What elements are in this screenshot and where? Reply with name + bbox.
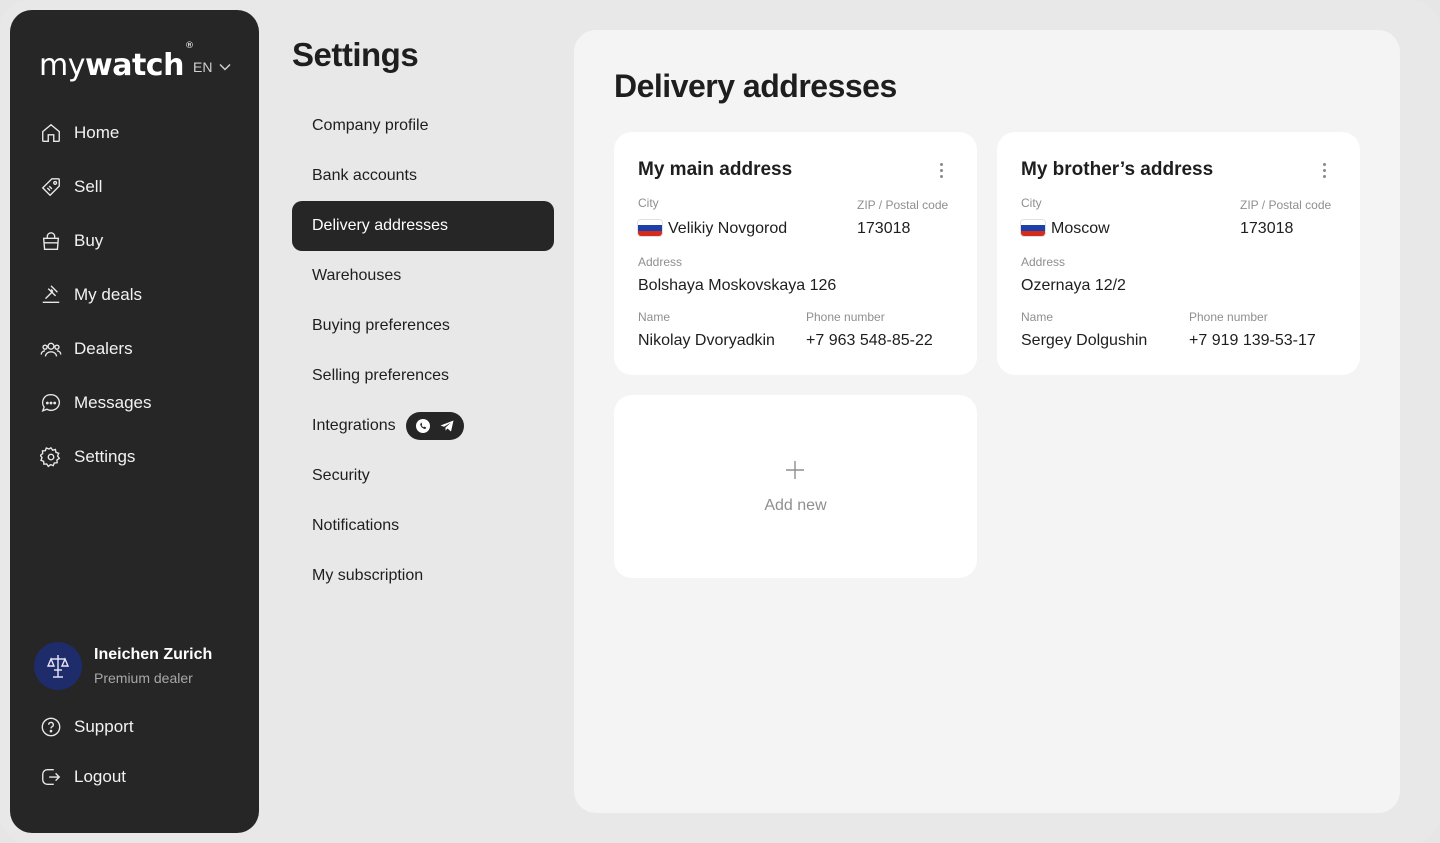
logo-registered-mark: ® — [184, 41, 194, 51]
delivery-addresses-panel: Delivery addresses My main address City … — [574, 30, 1400, 813]
zip-value: 173018 — [857, 220, 911, 237]
nav-label-logout: Logout — [74, 767, 126, 786]
settings-title: Settings — [292, 36, 419, 73]
nav-label-dealers: Dealers — [74, 339, 133, 358]
nav-item-my-deals[interactable]: My deals — [40, 268, 151, 322]
settings-item-notifications[interactable]: Notifications — [292, 501, 554, 551]
address-card: My main address City Velikiy Novgorod ZI… — [614, 132, 977, 375]
settings-item-warehouses[interactable]: Warehouses — [292, 251, 554, 301]
name-value: Nikolay Dvoryadkin — [638, 332, 775, 349]
telegram-icon — [440, 420, 454, 432]
integrations-badge — [405, 412, 464, 440]
help-circle-icon — [41, 717, 61, 737]
logo[interactable]: mywatch® — [39, 41, 194, 83]
settings-item-integrations[interactable]: Integrations — [292, 401, 554, 451]
name-value: Sergey Dolgushin — [1021, 332, 1148, 349]
users-icon — [40, 342, 62, 357]
logo-bold: watch — [84, 48, 184, 83]
nav-item-support[interactable]: Support — [40, 702, 134, 752]
user-profile[interactable]: Ineichen Zurich Premium dealer — [34, 642, 212, 690]
nav-item-logout[interactable]: Logout — [40, 752, 134, 802]
chat-bubble-icon — [41, 394, 60, 412]
plus-icon — [786, 461, 804, 479]
nav-label-buy: Buy — [74, 231, 104, 250]
phone-label: Phone number — [1189, 310, 1268, 324]
more-options-icon[interactable] — [1316, 160, 1332, 180]
settings-item-bank-accounts[interactable]: Bank accounts — [292, 151, 554, 201]
integrations-label: Integrations — [312, 417, 396, 434]
address-value: Bolshaya Moskovskaya 126 — [638, 277, 837, 294]
city-name: Moscow — [1051, 220, 1110, 237]
settings-item-company-profile[interactable]: Company profile — [292, 101, 554, 151]
phone-value: +7 963 548-85-22 — [806, 332, 933, 349]
page-title: Delivery addresses — [614, 68, 897, 104]
address-label: Address — [1021, 255, 1066, 269]
profile-name: Ineichen Zurich — [94, 646, 213, 663]
nav-label-messages: Messages — [74, 393, 152, 412]
address-card-title: My main address — [638, 159, 793, 180]
logo-light: my — [39, 48, 85, 83]
address-label: Address — [638, 255, 683, 269]
shopping-bag-icon — [42, 232, 60, 250]
language-label: EN — [193, 59, 213, 75]
zip-value: 173018 — [1240, 220, 1294, 237]
main-nav: Home Sell Buy My deals Dealers Messages — [40, 106, 151, 484]
zip-label: ZIP / Postal code — [1240, 198, 1332, 212]
profile-role: Premium dealer — [94, 670, 193, 686]
nav-label-sell: Sell — [74, 177, 103, 196]
nav-item-sell[interactable]: Sell — [40, 160, 151, 214]
tag-icon — [41, 178, 60, 197]
name-label: Name — [1021, 310, 1054, 324]
phone-value: +7 919 139-53-17 — [1189, 332, 1316, 349]
whatsapp-icon — [415, 419, 430, 433]
nav-label-support: Support — [74, 717, 134, 736]
dealer-logo-icon — [46, 655, 70, 678]
nav-item-home[interactable]: Home — [40, 106, 151, 160]
city-label: City — [1021, 196, 1042, 210]
language-selector[interactable]: EN — [193, 59, 231, 75]
settings-item-buying-preferences[interactable]: Buying preferences — [292, 301, 554, 351]
nav-label-my-deals: My deals — [74, 285, 143, 304]
nav-item-buy[interactable]: Buy — [40, 214, 151, 268]
logout-icon — [42, 768, 61, 786]
settings-item-selling-preferences[interactable]: Selling preferences — [292, 351, 554, 401]
city-value: Velikiy Novgorod — [638, 220, 787, 238]
chevron-down-icon — [219, 63, 231, 71]
gear-icon — [40, 446, 61, 468]
handshake-icon — [42, 285, 60, 304]
more-options-icon[interactable] — [933, 160, 949, 180]
city-label: City — [638, 196, 659, 210]
nav-item-settings[interactable]: Settings — [40, 430, 151, 484]
settings-item-security[interactable]: Security — [292, 451, 554, 501]
zip-label: ZIP / Postal code — [857, 198, 949, 212]
address-card-title: My brother’s address — [1021, 159, 1214, 180]
name-label: Name — [638, 310, 671, 324]
home-icon — [42, 123, 60, 142]
city-value: Moscow — [1021, 220, 1110, 238]
bottom-nav: Support Logout — [40, 702, 134, 802]
sidebar: mywatch® EN Home Sell Buy My deals Deale… — [10, 10, 259, 833]
nav-item-messages[interactable]: Messages — [40, 376, 151, 430]
add-new-label: Add new — [764, 497, 827, 514]
add-new-address-button[interactable]: Add new — [614, 395, 977, 578]
russia-flag-icon — [1021, 220, 1045, 236]
nav-item-dealers[interactable]: Dealers — [40, 322, 151, 376]
nav-label-home: Home — [74, 123, 120, 142]
settings-item-delivery-addresses[interactable]: Delivery addresses — [292, 201, 554, 251]
russia-flag-icon — [638, 220, 662, 236]
address-value: Ozernaya 12/2 — [1021, 277, 1126, 294]
avatar — [34, 642, 82, 690]
settings-menu: Company profile Bank accounts Delivery a… — [292, 101, 554, 601]
city-name: Velikiy Novgorod — [668, 220, 788, 237]
address-card: My brother’s address City Moscow ZIP / P… — [997, 132, 1360, 375]
settings-item-my-subscription[interactable]: My subscription — [292, 551, 554, 601]
nav-label-settings: Settings — [74, 447, 136, 466]
app-frame: mywatch® EN Home Sell Buy My deals Deale… — [0, 0, 1440, 843]
phone-label: Phone number — [806, 310, 885, 324]
